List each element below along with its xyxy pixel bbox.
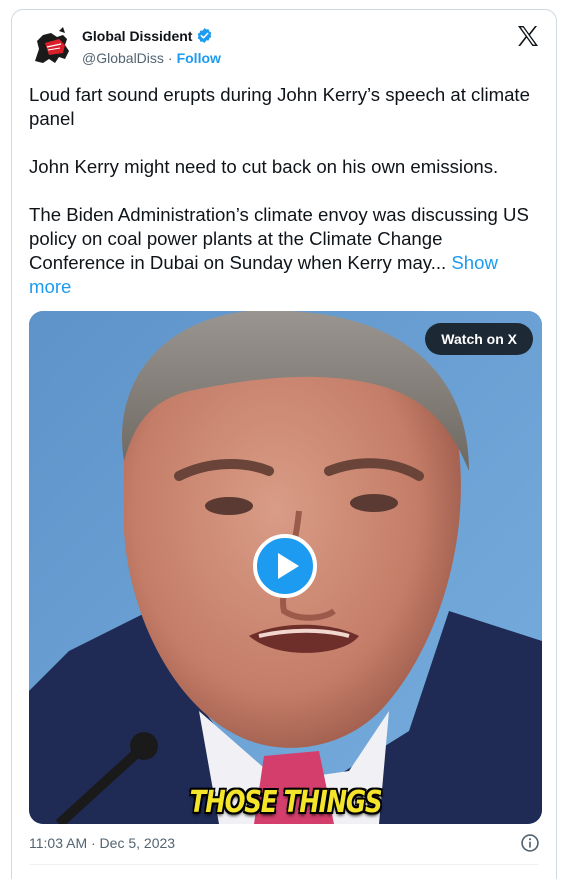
watch-on-x-button[interactable]: Watch on X — [425, 323, 533, 355]
post-timestamp[interactable]: 11:03 AM · Dec 5, 2023 — [29, 835, 175, 851]
post-paragraph-quip: John Kerry might need to cut back on his… — [29, 156, 499, 177]
post-header: Global Dissident @GlobalDiss · Follow — [12, 10, 556, 74]
video-player[interactable]: Watch on X THOSE THINGS — [29, 311, 542, 824]
x-logo-icon[interactable] — [516, 24, 540, 48]
follow-button[interactable]: Follow — [177, 50, 221, 66]
author-display-name[interactable]: Global Dissident — [82, 28, 192, 44]
post-text: Loud fart sound erupts during John Kerry… — [29, 83, 539, 299]
play-icon[interactable] — [253, 534, 317, 598]
author-handle-row: @GlobalDiss · Follow — [82, 50, 221, 66]
author-name-row: Global Dissident — [82, 27, 213, 44]
verified-badge-icon — [198, 28, 212, 43]
info-icon[interactable] — [520, 833, 540, 853]
author-handle[interactable]: @GlobalDiss — [82, 50, 164, 66]
avatar[interactable] — [29, 25, 75, 71]
footer-divider — [29, 864, 539, 865]
post-paragraph-body: The Biden Administration’s climate envoy… — [29, 203, 539, 299]
video-caption: THOSE THINGS — [189, 785, 383, 820]
embedded-post-card[interactable]: Global Dissident @GlobalDiss · Follow Lo… — [11, 9, 557, 879]
post-paragraph-headline: Loud fart sound erupts during John Kerry… — [29, 84, 530, 129]
handle-separator: · — [167, 50, 173, 66]
